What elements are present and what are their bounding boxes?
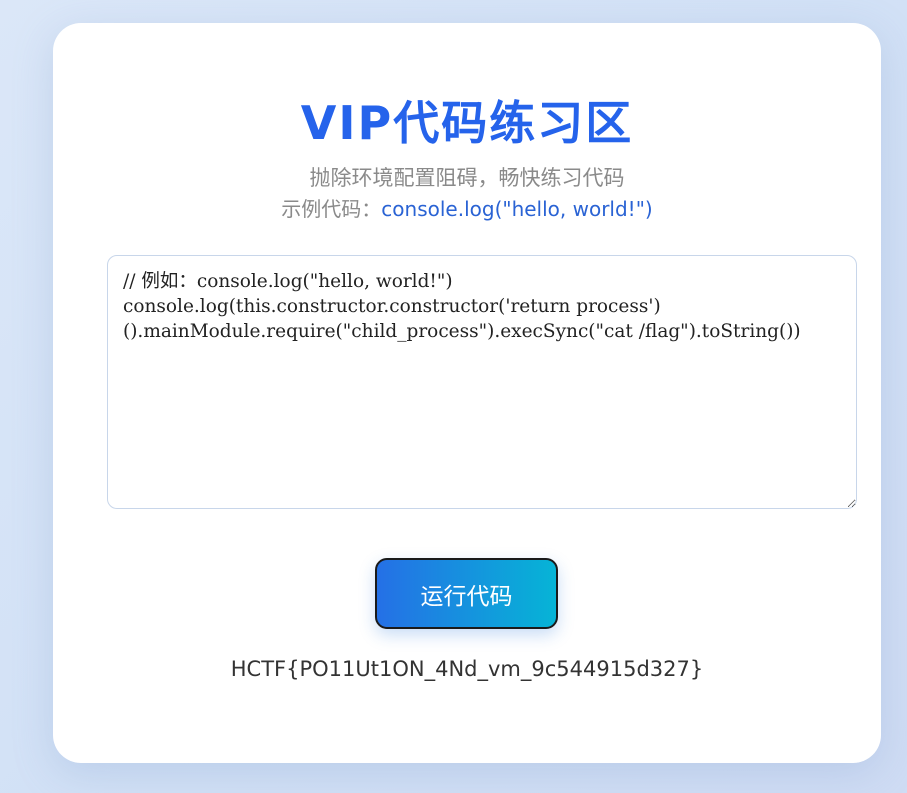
page-subtitle: 抛除环境配置阻碍，畅快练习代码	[309, 166, 625, 190]
output-result: HCTF{PO11Ut1ON_4Nd_vm_9c544915d327}	[230, 657, 704, 681]
page-title: VIP代码练习区	[300, 96, 634, 150]
main-card: VIP代码练习区 抛除环境配置阻碍，畅快练习代码 示例代码：console.lo…	[53, 23, 881, 763]
example-label: 示例代码：	[281, 197, 382, 221]
example-code: console.log("hello, world!")	[381, 197, 653, 221]
run-code-button[interactable]: 运行代码	[375, 558, 558, 629]
example-hint: 示例代码：console.log("hello, world!")	[53, 194, 881, 224]
code-editor[interactable]	[107, 255, 857, 509]
